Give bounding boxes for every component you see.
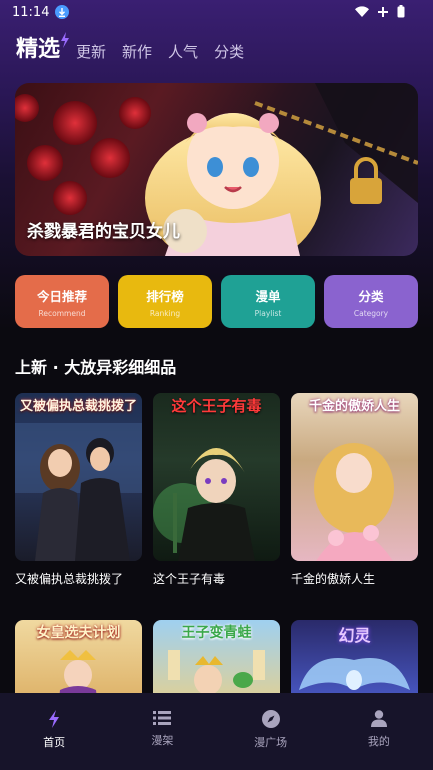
quick-sub: Recommend [38,308,86,318]
ranking-button[interactable]: 排行榜 Ranking [118,275,212,328]
cover-title: 幻灵 [338,626,371,645]
tab-new[interactable]: 新作 [122,42,152,66]
banner-title: 杀戮暴君的宝贝女儿 [27,222,180,242]
tab-label: 精选 [16,37,61,62]
tab-featured[interactable]: 精选 [16,32,70,66]
comic-name: 这个王子有毒 [153,572,226,586]
tab-updates[interactable]: 更新 [76,42,106,66]
recommend-button[interactable]: 今日推荐 Recommend [15,275,109,328]
quick-sub: Category [353,308,389,318]
cover-title: 又被偏执总裁挑拨了 [19,399,137,414]
section-title: 上新 · 大放异彩细细品 [15,358,177,377]
nav-home[interactable]: 首页 [14,710,94,750]
nav-plaza[interactable]: 漫广场 [231,710,311,750]
bottom-nav: 首页 漫架 漫广场 我的 [0,693,433,770]
comic-name: 千金的傲娇人生 [291,572,376,586]
nav-label: 我的 [367,735,390,748]
battery-icon [397,5,405,18]
tab-category[interactable]: 分类 [214,42,244,66]
cover-artwork [15,423,142,561]
cover-title: 千金的傲娇人生 [308,399,400,414]
app-root: 11:14 精选 更新 新作 人气 分类 杀戮暴君的宝贝女儿 今日推荐 Reco… [0,0,433,770]
quick-sub: Ranking [149,308,181,318]
status-bar: 11:14 [0,0,433,24]
cover-title: 王子变青蛙 [181,625,252,641]
comic-name: 又被偏执总裁挑拨了 [15,572,124,586]
nav-label: 漫广场 [254,736,288,749]
person-icon [370,710,387,727]
quick-label: 漫单 [255,288,281,304]
lightning-icon [49,710,60,728]
lightning-icon [61,32,70,48]
nav-label: 漫架 [151,734,174,747]
comic-card[interactable]: 千金的傲娇人生 千金的傲娇人生 [291,393,418,587]
download-icon [55,5,70,19]
quick-actions: 今日推荐 Recommend 排行榜 Ranking 漫单 Playlist 分… [15,275,418,328]
status-icons [355,5,405,18]
comic-card[interactable]: 这个王子有毒 这个王子有毒 [153,393,280,587]
cover-artwork [314,443,394,561]
comic-cover: 千金的傲娇人生 [291,393,418,561]
category-tabs: 精选 更新 新作 人气 分类 [16,32,244,66]
playlist-button[interactable]: 漫单 Playlist [221,275,315,328]
quick-label: 分类 [358,288,384,304]
nav-profile[interactable]: 我的 [339,710,419,749]
cover-title: 女皇选夫计划 [36,625,121,641]
comic-cover: 又被偏执总裁挑拨了 [15,393,142,561]
cover-artwork [153,448,255,561]
shelf-icon [153,711,172,725]
wifi-icon [355,6,369,17]
category-button[interactable]: 分类 Category [324,275,418,328]
comic-cover: 这个王子有毒 [153,393,280,561]
featured-banner[interactable]: 杀戮暴君的宝贝女儿 [15,83,418,256]
cover-title: 这个王子有毒 [171,397,262,415]
status-time: 11:14 [12,4,50,20]
comic-card[interactable]: 又被偏执总裁挑拨了 又被偏执总裁挑拨了 [15,393,142,587]
nav-shelf[interactable]: 漫架 [122,710,202,748]
tab-popular[interactable]: 人气 [168,42,198,66]
nav-label: 首页 [43,736,66,749]
quick-sub: Playlist [254,308,282,318]
signal-icon [378,6,388,17]
quick-label: 排行榜 [146,288,184,304]
compass-icon [261,710,280,728]
quick-label: 今日推荐 [36,288,87,304]
